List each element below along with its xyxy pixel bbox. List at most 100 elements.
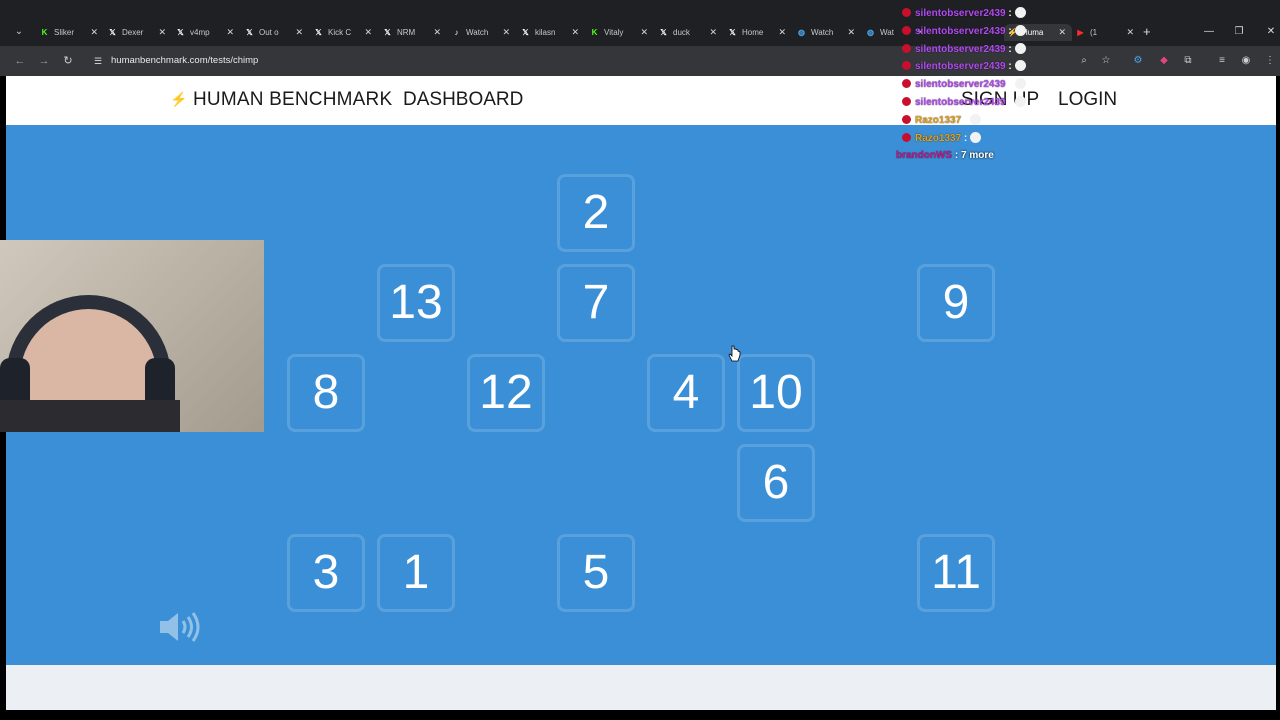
close-tab-icon[interactable]: ✕ <box>226 24 234 41</box>
browser-tab[interactable]: ◍ Watch ✕ <box>793 24 861 41</box>
close-tab-icon[interactable]: ✕ <box>502 24 510 41</box>
number-tile[interactable]: 5 <box>557 534 635 612</box>
number-tile[interactable]: 13 <box>377 264 455 342</box>
nav-login-link[interactable]: LOGIN <box>1058 89 1117 111</box>
browser-tab[interactable]: 𝕏 NRM ✕ <box>379 24 447 41</box>
restore-icon[interactable]: ❐ <box>1230 24 1248 40</box>
nav-dashboard-link[interactable]: DASHBOARD <box>403 89 523 111</box>
kick-icon: K <box>591 28 598 37</box>
profile-avatar-icon[interactable]: ◉ <box>1238 53 1254 69</box>
number-tile[interactable]: 4 <box>647 354 725 432</box>
browser-tab[interactable]: 𝕏 Dexer ✕ <box>104 24 172 41</box>
number-tile[interactable]: 6 <box>737 444 815 522</box>
youtube-icon: ▶ <box>1077 28 1084 37</box>
close-tab-icon[interactable]: ✕ <box>158 24 166 41</box>
chat-username: brandonWS <box>896 150 953 161</box>
zoom-icon[interactable]: ⌕ <box>1076 53 1092 69</box>
number-tile[interactable]: 3 <box>287 534 365 612</box>
close-window-icon[interactable]: ✕ <box>1262 24 1280 40</box>
number-tile[interactable]: 1 <box>377 534 455 612</box>
x-icon: 𝕏 <box>522 28 529 37</box>
close-tab-icon[interactable]: ✕ <box>1126 24 1134 41</box>
tab-title: duck <box>673 28 690 37</box>
chat-username: Razo1337 <box>915 114 962 126</box>
chat-badge-icon <box>902 8 911 17</box>
new-tab-button[interactable]: + <box>1143 24 1157 40</box>
chat-badge-icon <box>902 132 911 142</box>
close-tab-icon[interactable]: ✕ <box>847 24 855 41</box>
browser-tab[interactable]: K Sliker ✕ <box>36 24 104 41</box>
browser-tab[interactable]: K Vitaly ✕ <box>586 24 654 41</box>
browser-tab[interactable]: 𝕏duck ✕ <box>655 24 723 41</box>
browser-tab[interactable]: 𝕏 Home ✕ <box>724 24 792 41</box>
number-tile[interactable]: 9 <box>917 264 995 342</box>
site-info-icon[interactable]: ☰ <box>92 55 104 67</box>
number-tile[interactable]: 2 <box>557 174 635 252</box>
globe-icon: ◍ <box>798 28 805 37</box>
number-tile[interactable]: 11 <box>917 534 995 612</box>
extensions-puzzle-icon[interactable]: ⧉ <box>1180 53 1196 69</box>
browser-tab[interactable]: ♪ Watch ✕ <box>448 24 516 41</box>
chat-badge-icon <box>902 25 911 35</box>
browser-tab[interactable]: ▶ (1 ✕ <box>1072 24 1140 41</box>
browser-tab[interactable]: 𝕏 Out o ✕ <box>241 24 309 41</box>
browser-tab[interactable]: 𝕏kilasn ✕ <box>517 24 585 41</box>
close-tab-icon[interactable]: ✕ <box>778 24 786 41</box>
tab-title: Dexer <box>122 28 144 37</box>
back-icon[interactable]: ← <box>12 53 28 69</box>
number-tile[interactable]: 7 <box>557 264 635 342</box>
reload-icon[interactable]: ↻ <box>60 53 76 69</box>
browser-tab[interactable]: 𝕏v4mp ✕ <box>172 24 240 41</box>
chat-message: Razo1337 : <box>896 113 982 129</box>
chat-separator: : <box>1005 79 1012 91</box>
extension-icon[interactable]: ◆ <box>1156 53 1172 69</box>
webcam-overlay <box>0 240 264 432</box>
number-tile[interactable]: 8 <box>287 354 365 432</box>
extension-icon[interactable]: ⚙ <box>1130 53 1146 69</box>
tab-title: kilasn <box>535 28 556 37</box>
forward-icon[interactable]: → <box>36 53 52 69</box>
close-tab-icon[interactable]: ✕ <box>433 24 441 41</box>
chat-username: silentobserver2439 <box>915 79 1006 91</box>
close-tab-icon[interactable]: ✕ <box>1058 24 1066 41</box>
chat-more-line: brandonWS : 7 more <box>896 148 994 164</box>
browser-tab[interactable]: 𝕏 Kick C ✕ <box>310 24 378 41</box>
chat-separator: : <box>961 132 968 144</box>
ghost-emote-icon <box>1014 78 1026 90</box>
tab-title: Home <box>742 28 764 37</box>
speaker-icon[interactable] <box>156 609 206 645</box>
chat-message: silentobserver2439 : <box>896 59 1026 75</box>
chat-separator: : <box>961 114 968 126</box>
address-bar-url[interactable]: humanbenchmark.com/tests/chimp <box>111 54 258 68</box>
close-tab-icon[interactable]: ✕ <box>640 24 648 41</box>
ghost-emote-icon <box>970 113 982 125</box>
tab-title: NRM <box>397 28 416 37</box>
chat-username: silentobserver2439 <box>915 43 1006 55</box>
ghost-emote-icon <box>1014 60 1026 72</box>
tiktok-icon: ♪ <box>454 28 459 37</box>
chat-message: silentobserver2439 : <box>896 24 1026 40</box>
close-tab-icon[interactable]: ✕ <box>90 24 98 41</box>
chat-separator: : <box>1005 8 1012 19</box>
kick-icon: K <box>41 28 48 37</box>
tab-search-icon[interactable]: ⌄ <box>10 24 28 40</box>
media-controls-icon[interactable]: ≡ <box>1214 53 1230 69</box>
close-tab-icon[interactable]: ✕ <box>364 24 372 41</box>
minimize-icon[interactable]: — <box>1200 24 1218 40</box>
bookmark-star-icon[interactable]: ☆ <box>1098 53 1114 69</box>
chat-more-text: : 7 more <box>954 150 994 161</box>
chat-badge-icon <box>902 43 911 53</box>
close-tab-icon[interactable]: ✕ <box>295 24 303 41</box>
ghost-emote-icon <box>1014 7 1026 18</box>
browser-toolbar: ← → ↻ ☰ humanbenchmark.com/tests/chimp ⌕… <box>0 46 1280 76</box>
number-tile[interactable]: 10 <box>737 354 815 432</box>
close-tab-icon[interactable]: ✕ <box>709 24 717 41</box>
lightning-bolt-icon: ⚡ <box>170 91 188 107</box>
browser-menu-icon[interactable]: ⋮ <box>1262 53 1278 69</box>
number-tile[interactable]: 12 <box>467 354 545 432</box>
close-tab-icon[interactable]: ✕ <box>571 24 579 41</box>
ghost-emote-icon <box>1014 42 1026 54</box>
chat-separator: : <box>1005 25 1012 37</box>
ghost-emote-icon <box>1014 24 1026 36</box>
site-brand-link[interactable]: HUMAN BENCHMARK <box>193 89 392 111</box>
